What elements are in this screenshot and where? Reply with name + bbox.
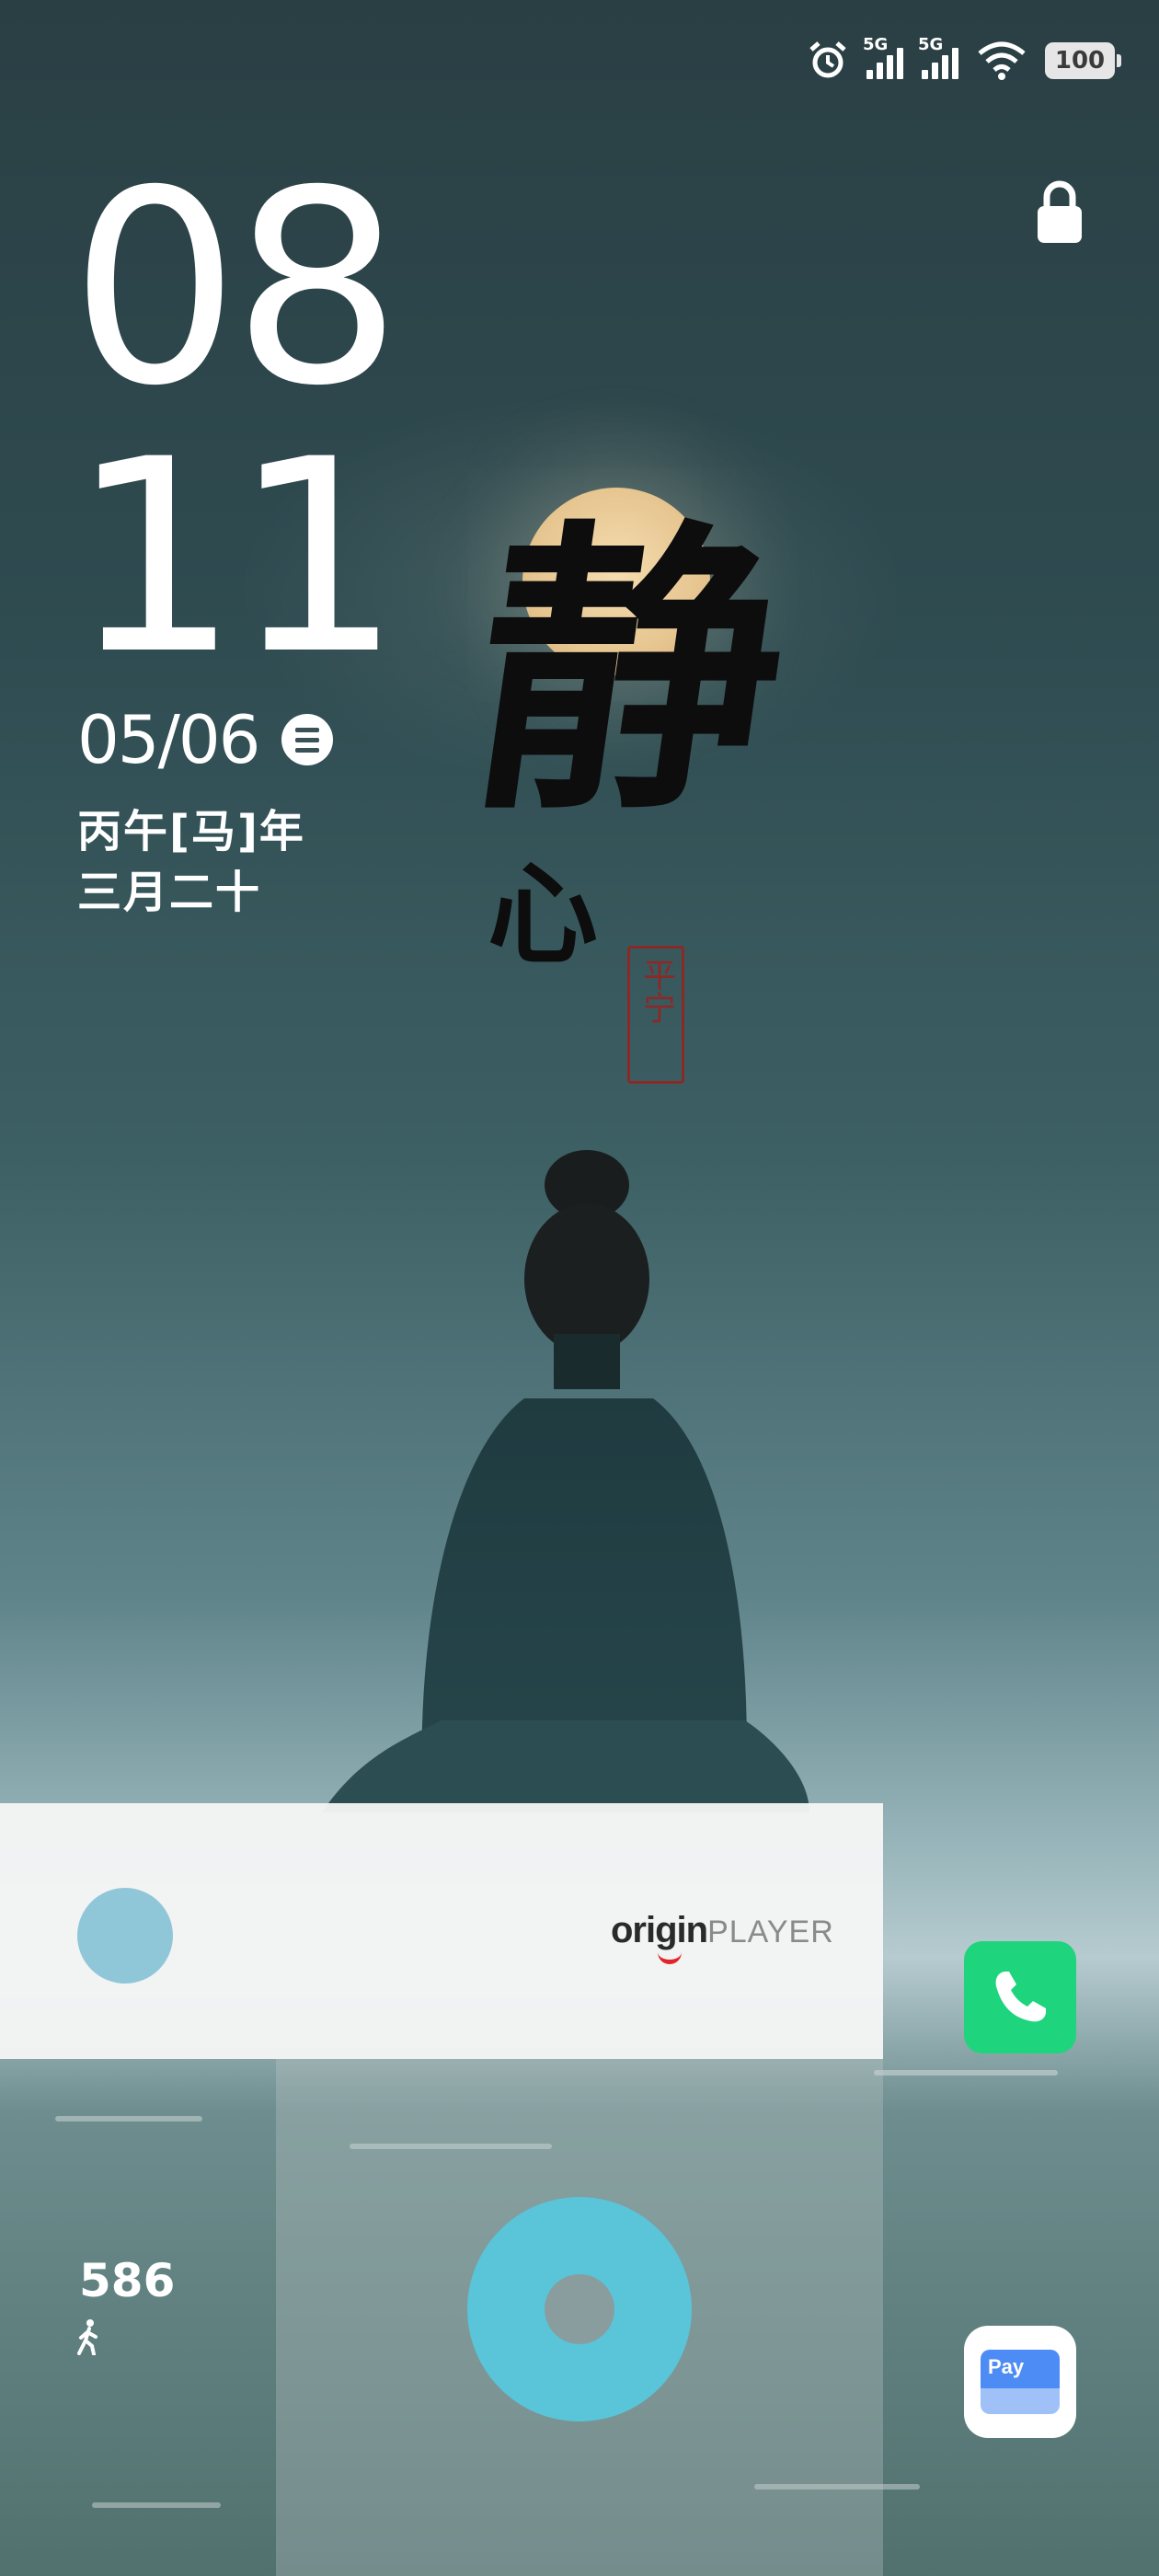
- wallet-pay-icon: Pay: [981, 2350, 1060, 2414]
- walking-person-icon: [77, 2319, 98, 2355]
- seal-text: 平宁: [637, 958, 675, 1024]
- alarm-clock-icon: [809, 41, 846, 78]
- network-type-label: 5G: [918, 35, 944, 54]
- clock-hours: 08: [70, 134, 402, 444]
- list-icon[interactable]: [281, 714, 333, 765]
- lunar-year: 丙午[马]年: [77, 806, 305, 857]
- battery-level: 100: [1054, 47, 1106, 75]
- water-ripple: [92, 2502, 221, 2508]
- lunar-date: 三月二十: [77, 867, 262, 918]
- water-ripple: [55, 2116, 202, 2122]
- phone-icon: [995, 1972, 1046, 2022]
- lock-icon[interactable]: [1036, 180, 1084, 245]
- pay-label: Pay: [988, 2355, 1025, 2378]
- date-label: 05/06: [77, 701, 260, 778]
- play-disc-button[interactable]: [467, 2197, 692, 2421]
- player-brand-logo: origin PLAYER: [611, 1910, 834, 1964]
- network-type-label: 5G: [863, 35, 889, 54]
- step-count: 586: [79, 2254, 176, 2307]
- clock-minutes: 11: [70, 403, 402, 713]
- calligraphy-main: 静: [453, 493, 808, 850]
- red-seal-stamp: 平宁: [627, 946, 684, 1084]
- signal-sim1-icon: 5G: [863, 37, 903, 79]
- status-bar: 5G 5G 100: [808, 37, 1121, 85]
- battery-indicator: 100: [1045, 42, 1121, 79]
- brand-suffix: PLAYER: [707, 1915, 834, 1949]
- brand-prefix: origin: [611, 1910, 708, 1950]
- date-row: 05/06: [77, 699, 333, 780]
- water-ripple: [874, 2070, 1058, 2076]
- disc-center: [545, 2274, 614, 2344]
- calligraphy-sub: 心: [488, 850, 598, 980]
- wifi-icon: [978, 41, 1026, 80]
- meditating-figure-artwork: [322, 1150, 809, 1812]
- phone-shortcut[interactable]: [964, 1941, 1076, 2053]
- album-art-placeholder[interactable]: [77, 1888, 173, 1984]
- signal-sim2-icon: 5G: [918, 37, 958, 79]
- pay-shortcut[interactable]: Pay: [964, 2326, 1076, 2438]
